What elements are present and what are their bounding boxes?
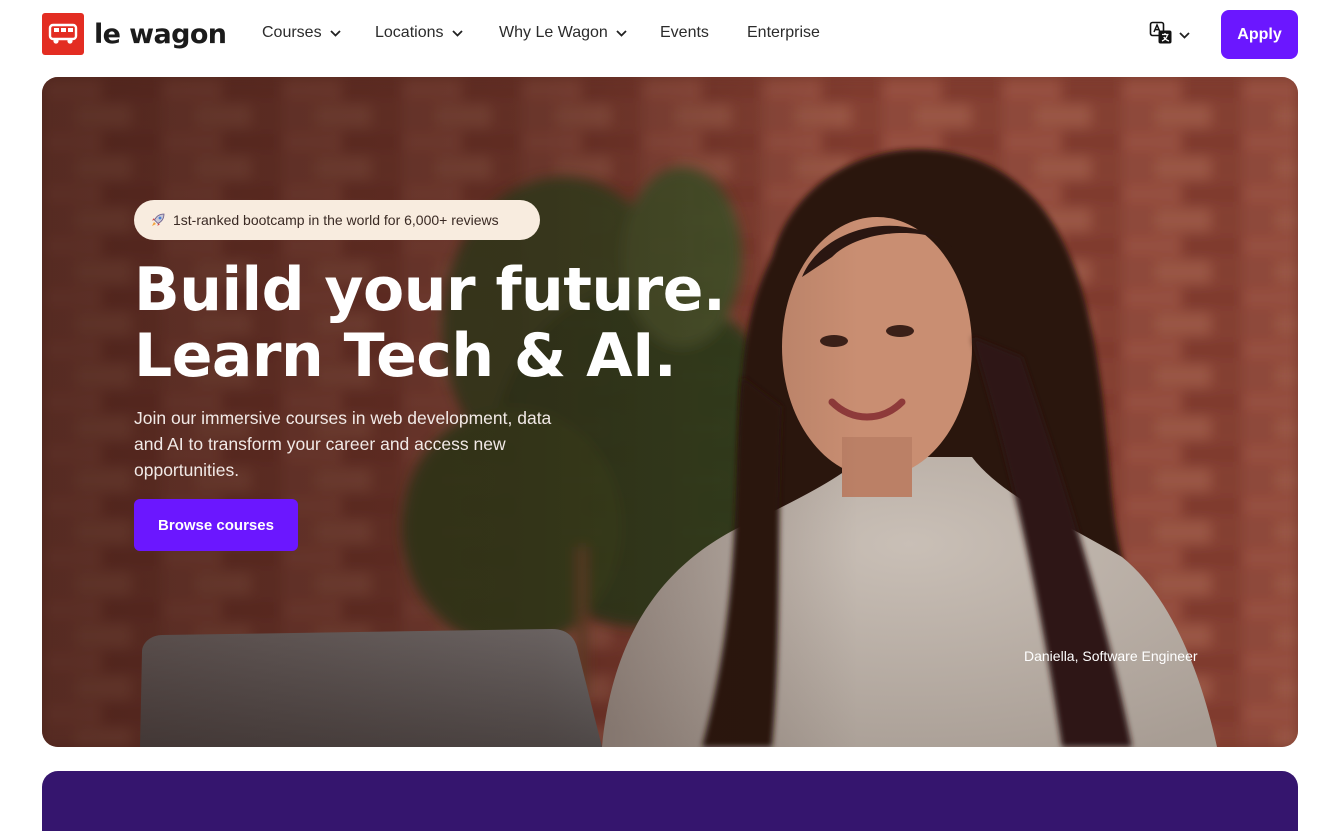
ranking-badge: 1st-ranked bootcamp in the world for 6,0… — [134, 200, 540, 240]
language-switcher[interactable] — [1149, 21, 1190, 50]
browse-courses-button[interactable]: Browse courses — [134, 499, 298, 551]
chevron-down-icon — [329, 29, 341, 37]
chevron-down-icon — [451, 29, 463, 37]
wagon-bus-icon — [42, 13, 84, 55]
nav-events[interactable]: Events — [660, 22, 709, 44]
nav-why-le-wagon-label: Why Le Wagon — [499, 24, 608, 41]
chevron-down-icon — [1179, 32, 1190, 39]
hero-section: 1st-ranked bootcamp in the world for 6,0… — [42, 77, 1298, 747]
top-navbar: le wagon Courses Locations Why Le Wagon … — [0, 0, 1343, 68]
apply-button[interactable]: Apply — [1221, 10, 1298, 59]
headline-line-2: Learn Tech & AI. — [134, 321, 677, 391]
rocket-icon — [150, 212, 166, 228]
translate-icon — [1149, 21, 1173, 50]
hero-subtext: Join our immersive courses in web develo… — [134, 408, 552, 480]
next-section — [42, 771, 1298, 831]
nav-courses[interactable]: Courses — [262, 22, 341, 44]
brand-name: le wagon — [94, 18, 227, 50]
nav-courses-label: Courses — [262, 24, 322, 41]
nav-locations[interactable]: Locations — [375, 22, 463, 44]
nav-locations-label: Locations — [375, 24, 444, 41]
nav-enterprise-label: Enterprise — [747, 24, 820, 41]
nav-why-le-wagon[interactable]: Why Le Wagon — [499, 22, 627, 44]
le-wagon-logo[interactable]: le wagon — [42, 13, 227, 55]
nav-events-label: Events — [660, 24, 709, 41]
nav-enterprise[interactable]: Enterprise — [747, 22, 820, 44]
chevron-down-icon — [616, 29, 627, 37]
headline-line-1: Build your future. — [134, 255, 726, 325]
hero-headline: Build your future. Learn Tech & AI. — [134, 257, 754, 389]
badge-text: 1st-ranked bootcamp in the world for 6,0… — [173, 212, 499, 228]
photo-caption: Daniella, Software Engineer — [1024, 648, 1198, 664]
